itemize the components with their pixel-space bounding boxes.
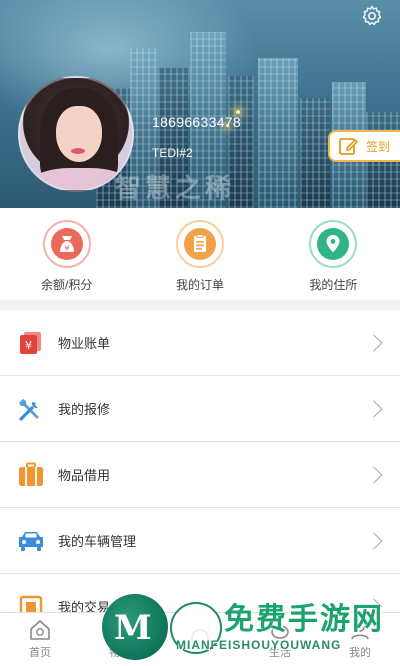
svg-text:¥: ¥: [64, 244, 69, 253]
menu-item-repair[interactable]: 我的报修: [0, 376, 400, 442]
bottom-tab-bar: 首页 物业 生活 我的: [0, 612, 400, 666]
home-icon: [30, 620, 50, 640]
quick-action-orders[interactable]: 我的订单: [133, 208, 266, 300]
quick-action-label: 我的订单: [175, 278, 224, 292]
tab-label: 物业: [109, 647, 131, 659]
profile-icon: [351, 622, 369, 640]
quick-action-label: 我的住所: [309, 278, 358, 292]
money-bag-icon: ¥: [42, 220, 91, 268]
avatar[interactable]: [18, 76, 134, 192]
chevron-right-icon: [365, 532, 383, 549]
center-icon: [191, 629, 209, 647]
repair-tools-icon: [16, 394, 46, 424]
brand-watermark: 智慧之稀: [115, 173, 236, 203]
nickname: TEDI#2: [152, 146, 193, 160]
quick-actions: ¥ 余额/积分 我的订单 我的住所: [0, 208, 400, 300]
signin-button[interactable]: 签到: [328, 130, 400, 162]
quick-action-balance[interactable]: ¥ 余额/积分: [0, 208, 133, 300]
menu-item-vehicle[interactable]: 我的车辆管理: [0, 508, 400, 574]
menu-item-property-bill[interactable]: ¥ 物业账单: [0, 310, 400, 376]
building: [300, 98, 330, 208]
tab-property[interactable]: 物业: [80, 613, 160, 666]
luggage-icon: [16, 460, 46, 490]
life-icon: [271, 625, 289, 639]
profile-header: 智慧之稀 18696633478 TEDI#2 签到: [0, 0, 400, 208]
location-pin-icon: [309, 220, 358, 268]
signin-label: 签到: [366, 139, 391, 154]
tab-life[interactable]: 生活: [240, 613, 320, 666]
tab-label: 首页: [29, 647, 51, 659]
tab-profile[interactable]: 我的: [320, 613, 400, 666]
quick-action-residence[interactable]: 我的住所: [267, 208, 400, 300]
car-icon: [16, 526, 46, 556]
menu-item-borrow[interactable]: 物品借用: [0, 442, 400, 508]
chevron-right-icon: [365, 400, 383, 417]
clipboard-icon: [175, 220, 224, 268]
chevron-right-icon: [365, 466, 383, 483]
menu-item-label: 物品借用: [58, 468, 111, 483]
building: [258, 58, 298, 208]
tab-label: 我的: [349, 647, 371, 659]
menu-item-label: 我的报修: [58, 402, 111, 417]
tab-center[interactable]: [160, 613, 240, 666]
quick-action-label: 余额/积分: [40, 278, 93, 292]
chevron-right-icon: [365, 334, 383, 351]
tab-home[interactable]: 首页: [0, 613, 80, 666]
svg-text:¥: ¥: [25, 339, 32, 352]
edit-icon: [339, 138, 358, 155]
phone-number: 18696633478: [152, 114, 241, 130]
property-icon: [111, 622, 129, 640]
menu-item-label: 我的车辆管理: [58, 534, 137, 549]
menu-item-label: 物业账单: [58, 336, 111, 351]
menu-list: ¥ 物业账单 我的报修 物品借用 我的车辆管理 我的交易: [0, 310, 400, 640]
gear-icon[interactable]: [360, 4, 384, 28]
bill-icon: ¥: [16, 328, 46, 358]
tab-label: 生活: [269, 647, 291, 659]
